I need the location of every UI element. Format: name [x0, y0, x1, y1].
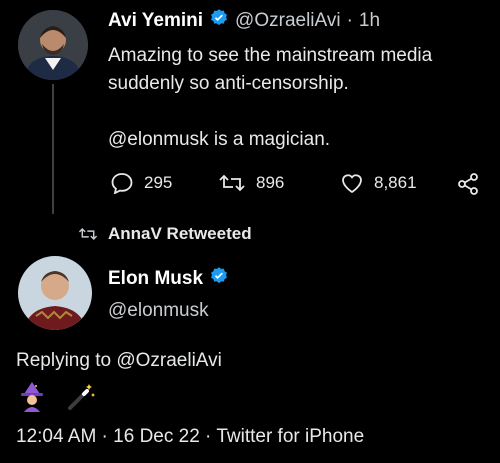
separator-dot: ·	[346, 10, 353, 31]
tweet-meta[interactable]: 12:04 AM · 16 Dec 22 · Twitter for iPhon…	[16, 426, 364, 448]
replying-to[interactable]: Replying to @OzraeliAvi	[16, 350, 222, 372]
retweet-count: 896	[256, 173, 285, 192]
tweet-text-line-1: Amazing to see the mainstream media	[108, 45, 433, 66]
retweet-icon	[218, 172, 246, 194]
handle[interactable]: @OzraeliAvi	[235, 10, 341, 32]
display-name[interactable]: Elon Musk	[108, 268, 203, 290]
reply-action[interactable]: 295	[110, 172, 172, 194]
tweet-text-line-3: @elonmusk is a magician.	[108, 129, 331, 150]
timestamp[interactable]: 1h	[359, 10, 380, 32]
verified-badge-icon	[209, 266, 229, 292]
retweet-action[interactable]: 896	[218, 172, 284, 194]
like-count: 8,861	[374, 173, 417, 192]
share-icon[interactable]	[456, 172, 480, 196]
reply-count: 295	[144, 173, 173, 192]
tweet-text-line-2: suddenly so anti-censorship.	[108, 73, 349, 94]
tweet-header-elon: Elon Musk	[108, 266, 229, 292]
like-action[interactable]: 8,861	[340, 172, 417, 194]
like-icon	[340, 172, 364, 194]
retweeted-icon	[78, 226, 98, 242]
verified-badge-icon	[209, 8, 229, 34]
thread-line	[52, 84, 54, 214]
tweet-text: Amazing to see the mainstream media sudd…	[108, 42, 432, 154]
reply-icon	[110, 172, 134, 194]
magic-wand-emoji-icon	[64, 380, 96, 417]
avatar-avi[interactable]	[18, 10, 88, 80]
tweet-emojis	[16, 380, 96, 417]
handle-elon[interactable]: @elonmusk	[108, 300, 209, 322]
retweeted-label[interactable]: AnnaV Retweeted	[108, 224, 252, 244]
avatar-elon[interactable]	[18, 256, 92, 330]
tweet-header: Avi Yemini @OzraeliAvi · 1h	[108, 8, 380, 34]
display-name[interactable]: Avi Yemini	[108, 10, 203, 32]
retweet-banner: AnnaV Retweeted	[78, 224, 252, 244]
wizard-emoji-icon	[16, 380, 48, 417]
